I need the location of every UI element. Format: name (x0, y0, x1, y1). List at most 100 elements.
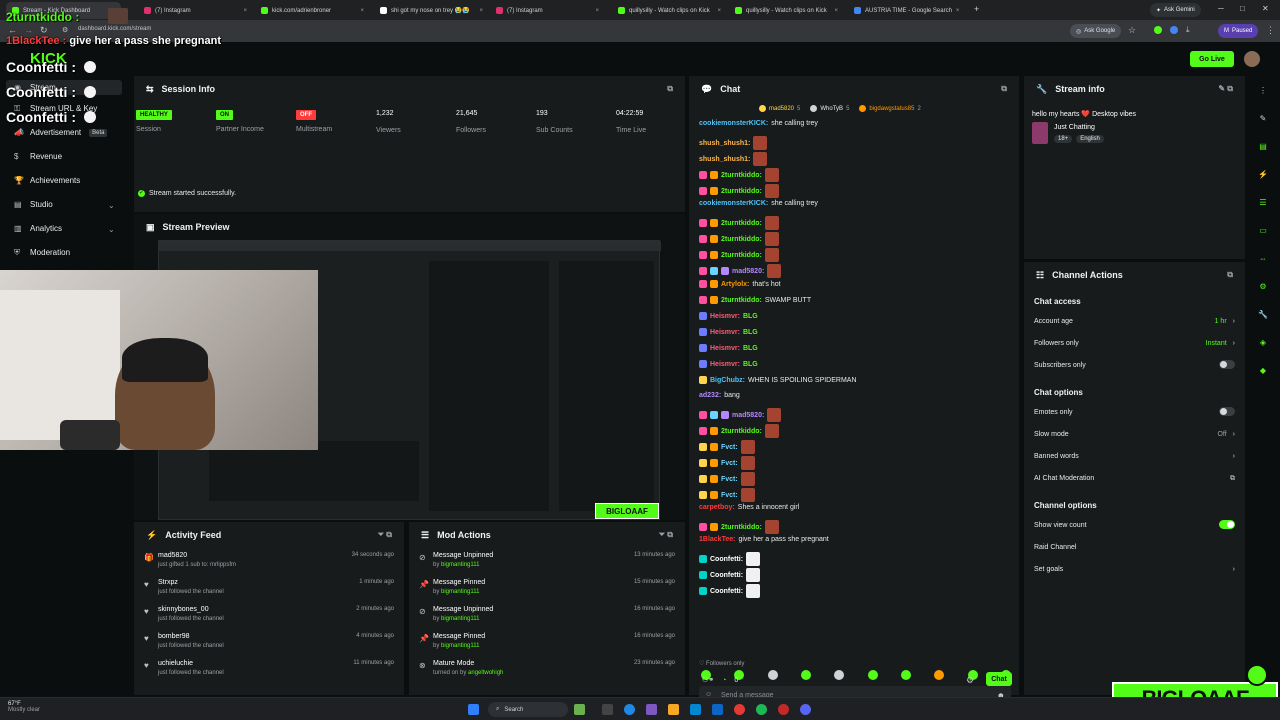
sidebar-item-revenue[interactable]: $ Revenue (14, 152, 62, 161)
chat-message[interactable]: Heismvr: BLG (699, 312, 758, 320)
start-icon[interactable] (468, 704, 479, 715)
ask-google-button[interactable]: ◎ Ask Google (1070, 24, 1122, 38)
chevron-down-icon[interactable]: ⌄ (108, 225, 115, 234)
close-window-icon[interactable]: ✕ (1262, 4, 1269, 13)
chat-username[interactable]: Heismvr: (710, 329, 740, 336)
more-icon[interactable]: ⋮ (1255, 82, 1271, 98)
chat-username[interactable]: carpetboy: (699, 504, 735, 511)
external-link-icon[interactable]: ⧉ (1001, 84, 1007, 94)
sidebar-item-studio[interactable]: ▤ Studio (14, 200, 53, 209)
browser-tab[interactable]: (7) Instagram × (490, 2, 605, 19)
activity-item[interactable]: ♥ Strxpz just followed the channel 1 minute… (144, 579, 394, 607)
chat-message[interactable]: Artylolx: that's hot (699, 280, 781, 288)
users-icon[interactable]: ⚇⚭ (702, 676, 714, 684)
chat-message[interactable]: carpetboy: Shes a innocent girl (699, 504, 799, 511)
stream-tag[interactable]: 18+ (1054, 135, 1073, 143)
chat-message[interactable]: Heismvr: BLG (699, 328, 758, 336)
channel-option-show-view-count[interactable]: Show view count (1034, 520, 1235, 532)
chat-message[interactable]: 2turntkiddo: SWAMP BUTT (699, 296, 811, 304)
widgets-icon[interactable] (574, 704, 585, 715)
external-link-icon[interactable]: ⧉ (667, 84, 673, 94)
chat-message[interactable]: Fvct: (699, 472, 755, 486)
chat-message[interactable]: 2turntkiddo: (699, 168, 779, 182)
avatar[interactable] (1244, 51, 1260, 67)
file-explorer-icon[interactable] (668, 704, 679, 715)
activity-item[interactable]: 🎁 mad5820 just gifted 1 sub to: mrlippsfm 3… (144, 552, 394, 580)
channel-option-set-goals[interactable]: Set goals › (1034, 566, 1235, 576)
activity-item[interactable]: ♥ bomber98 just followed the channel 4 minu… (144, 633, 394, 661)
chat-username[interactable]: Fvct: (721, 444, 738, 451)
bolt-icon[interactable]: ⚡ (1255, 166, 1271, 182)
chat-settings-icon[interactable]: ⚙ (966, 675, 974, 686)
chat-message[interactable]: Coonfetti: (699, 552, 761, 566)
back-icon[interactable]: ← (8, 25, 17, 35)
forward-icon[interactable]: → (24, 25, 33, 35)
top-gifter[interactable]: bigdawgstatus85 2 (859, 105, 921, 112)
new-tab-button[interactable]: + (974, 4, 979, 14)
close-tab-icon[interactable]: × (834, 8, 838, 14)
chat-username[interactable]: Heismvr: (710, 345, 740, 352)
chat-username[interactable]: Fvct: (721, 460, 738, 467)
app-icon[interactable] (778, 704, 789, 715)
channel-option-emotes-only[interactable]: Emotes only (1034, 407, 1235, 419)
weather-widget[interactable]: 67°F Mostly clear (8, 701, 40, 713)
maximize-icon[interactable]: □ (1240, 4, 1245, 13)
chrome-icon[interactable] (734, 704, 745, 715)
chat-message[interactable]: Heismvr: BLG (699, 360, 758, 368)
mod-action-item[interactable]: 📌 Message Pinned by bigmanting111 15 minute… (419, 579, 675, 607)
close-tab-icon[interactable]: × (360, 8, 364, 14)
chat-message[interactable]: Fvct: (699, 456, 755, 470)
browser-tab[interactable]: (7) Instagram × (138, 2, 253, 19)
chat-username[interactable]: cookiemonsterKICK: (699, 120, 768, 127)
chat-username[interactable]: cookiemonsterKICK: (699, 200, 768, 207)
chevron-down-icon[interactable]: ⌄ (108, 201, 115, 210)
chat-message[interactable]: 2turntkiddo: (699, 424, 779, 438)
edit-icon[interactable]: ✎ ⧉ (1218, 84, 1233, 94)
chat-message[interactable]: Coonfetti: (699, 584, 761, 598)
quick-emote-icon[interactable] (934, 670, 945, 680)
link-icon[interactable]: ◈ (1255, 334, 1271, 350)
channel-option-banned-words[interactable]: Banned words › (1034, 453, 1235, 463)
chat-icon[interactable]: ▭ (1255, 222, 1271, 238)
chat-username[interactable]: 2turntkiddo: (721, 172, 762, 179)
browser-tab[interactable]: shi got my nose on trey 😭😭 × (374, 2, 489, 19)
taskbar-search[interactable]: ⌕ Search (488, 702, 568, 717)
chat-username[interactable]: Fvct: (721, 476, 738, 483)
edit-icon[interactable]: ✎ (1255, 110, 1271, 126)
profile-paused-button[interactable]: M Paused (1218, 24, 1259, 38)
mod-action-item[interactable]: ⊘ Message Unpinned by bigmanting111 13 minu… (419, 552, 675, 580)
browser-tab[interactable]: kick.com/adrienbroner × (255, 2, 370, 19)
task-view-icon[interactable] (602, 704, 613, 715)
channel-option-slow-mode[interactable]: Slow mode Off › (1034, 431, 1235, 441)
edge-icon[interactable] (624, 704, 635, 715)
minimize-icon[interactable]: ─ (1218, 4, 1224, 13)
browser-tab[interactable]: quillysilly - Watch clips on Kick × (729, 2, 844, 19)
url-text[interactable]: dashboard.kick.com/stream (78, 26, 151, 32)
downloads-icon[interactable]: ⤓ (1186, 25, 1190, 35)
chat-username[interactable]: mad5820: (732, 412, 764, 419)
chat-username[interactable]: 2turntkiddo: (721, 236, 762, 243)
quick-emote-icon[interactable] (900, 670, 911, 680)
chat-username[interactable]: 2turntkiddo: (721, 524, 762, 531)
chat-message[interactable]: cookiemonsterKICK: she calling trey (699, 200, 818, 207)
browser-tab[interactable]: AUSTRIA TIME - Google Search × (848, 2, 963, 19)
bookmark-star-icon[interactable]: ☆ (1128, 25, 1136, 36)
top-gifter[interactable]: mad5820 5 (759, 105, 800, 112)
chat-message[interactable]: Heismvr: BLG (699, 344, 758, 352)
chat-message[interactable]: cookiemonsterKICK: she calling trey (699, 120, 818, 127)
discord-icon[interactable] (800, 704, 811, 715)
close-tab-icon[interactable]: × (479, 8, 483, 14)
quick-emote-icon[interactable] (767, 670, 778, 680)
send-chat-button[interactable]: Chat (986, 672, 1012, 686)
copilot-icon[interactable] (646, 704, 657, 715)
close-tab-icon[interactable]: × (243, 8, 247, 14)
sidebar-item-achievements[interactable]: 🏆 Achievements (14, 176, 80, 185)
chat-username[interactable]: 2turntkiddo: (721, 220, 762, 227)
settings-icon[interactable]: ⚙ (1255, 278, 1271, 294)
sidebar-item-advertisement[interactable]: 📣 Advertisement Beta (14, 128, 108, 137)
close-tab-icon[interactable]: × (595, 8, 599, 14)
sidebar-item-analytics[interactable]: ▥ Analytics (14, 224, 62, 233)
chat-username[interactable]: ad232: (699, 392, 721, 399)
channel-option-ai-chat-moderation[interactable]: AI Chat Moderation ⧉ (1034, 475, 1235, 485)
quick-emote-icon[interactable] (800, 670, 811, 680)
